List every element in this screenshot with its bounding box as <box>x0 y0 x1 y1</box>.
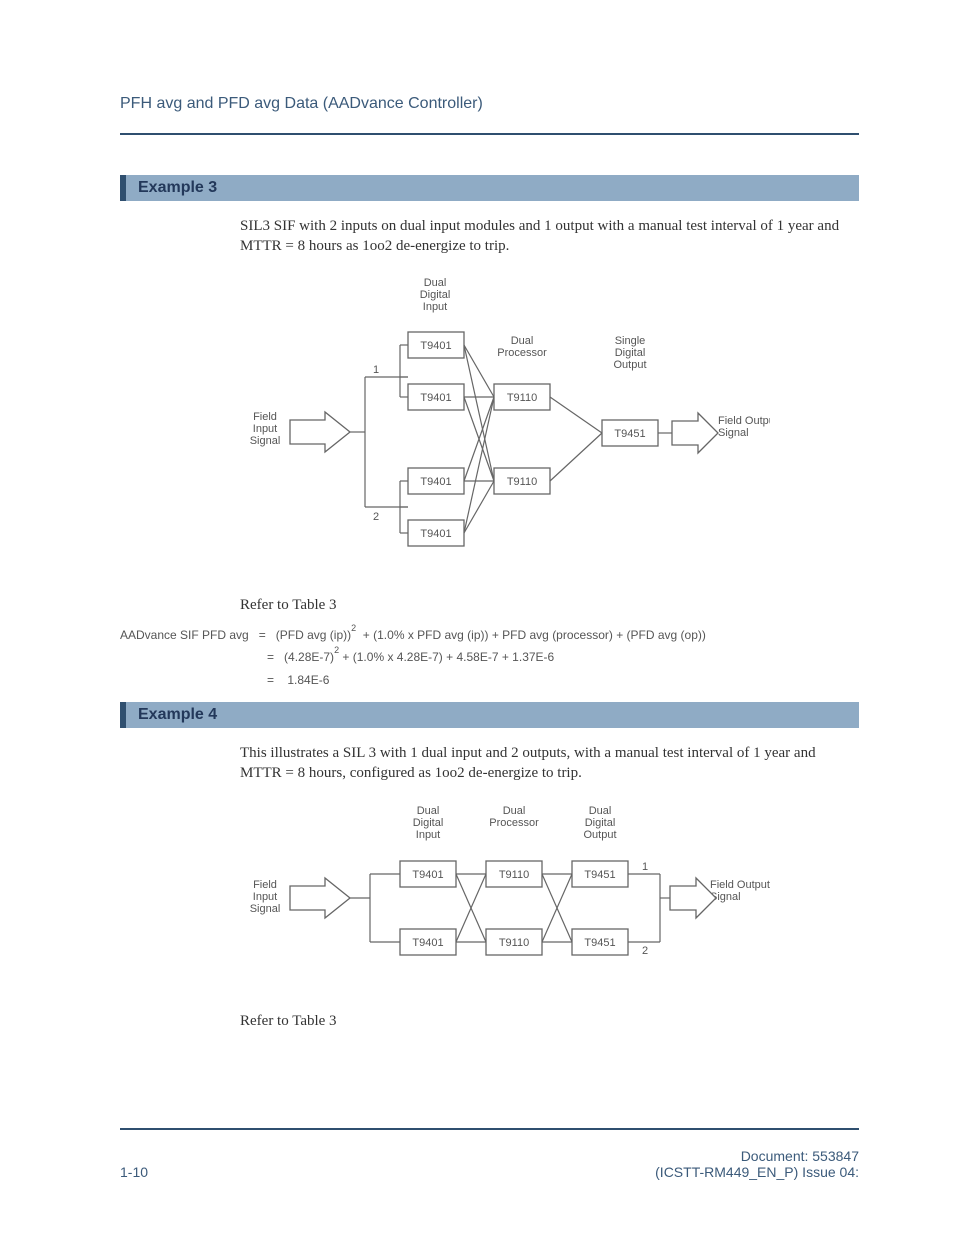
box-t9401-1a: T9401 <box>420 340 451 352</box>
box-t9110-a: T9110 <box>506 392 536 404</box>
lbl-dp-1: Dual <box>510 335 533 347</box>
lbl-ddi-1: Dual <box>423 277 446 289</box>
f-l3: 1.84E-6 <box>287 673 329 687</box>
f-l1a: (PFD avg (ip)) <box>276 628 351 642</box>
svg-text:FieldInputSignal: FieldInputSignal <box>249 879 280 915</box>
f-eq1: = <box>259 628 266 642</box>
f-lhs: AADvance SIF PFD avg <box>120 628 249 642</box>
f-l1b: + (1.0% x PFD avg (ip)) + PFD avg (proce… <box>363 628 706 642</box>
svg-text:DualDigitalOutput: DualDigitalOutput <box>583 805 616 841</box>
example4-refer: Refer to Table 3 <box>240 1013 859 1030</box>
example4-diagram: DualDigitalInput DualProcessor DualDigit… <box>120 798 859 1003</box>
footer-page: 1-10 <box>120 1164 148 1180</box>
lbl-sdo: Single <box>614 335 645 347</box>
f-eq2: = <box>267 650 274 664</box>
footer-doc2: (ICSTT-RM449_EN_P) Issue 04: <box>655 1164 859 1180</box>
example4-body: This illustrates a SIL 3 with 1 dual inp… <box>240 743 849 784</box>
example3-formula: AADvance SIF PFD avg = (PFD avg (ip))2 +… <box>120 624 859 692</box>
lbl-fis-2: Field <box>253 879 277 891</box>
n1-a: 1 <box>373 364 379 376</box>
f-e1: 2 <box>351 623 356 633</box>
f-l2a: (4.28E-7) <box>284 650 334 664</box>
f-l2b: + (1.0% x 4.28E-7) + 4.58E-7 + 1.37E-6 <box>342 650 554 664</box>
box4-t9401-a: T9401 <box>412 869 443 881</box>
f-eq3: = <box>267 673 274 687</box>
svg-text:DualDigitalInput: DualDigitalInput <box>412 805 443 841</box>
svg-text:DualProcessor: DualProcessor <box>489 805 539 829</box>
f-e2: 2 <box>334 645 339 655</box>
box-t9110-b: T9110 <box>506 476 536 488</box>
box-t9401-2a: T9401 <box>420 476 451 488</box>
n2-a: 2 <box>373 511 379 523</box>
n2-b: 2 <box>642 945 648 957</box>
lbl-dp-2: Dual <box>502 805 525 817</box>
example3-diagram: DualDigitalInput DualProcessor SingleDig… <box>120 272 859 587</box>
box-t9451-a: T9451 <box>614 428 645 440</box>
lbl-ddi-2: Dual <box>416 805 439 817</box>
example3-heading: Example 3 <box>120 175 859 201</box>
box4-t9110-a: T9110 <box>498 869 528 881</box>
svg-text:DualProcessor: DualProcessor <box>497 335 547 359</box>
box-t9401-2b: T9401 <box>420 528 451 540</box>
svg-text:SingleDigitalOutput: SingleDigitalOutput <box>613 335 646 371</box>
svg-text:Field OutputSignal: Field OutputSignal <box>710 879 770 903</box>
box-t9401-1b: T9401 <box>420 392 451 404</box>
footer-doc1: Document: 553847 <box>655 1148 859 1164</box>
box4-t9401-b: T9401 <box>412 937 443 949</box>
arrow-left-2 <box>290 878 350 918</box>
header-rule <box>120 133 859 135</box>
svg-text:DualDigitalInput: DualDigitalInput <box>419 277 450 313</box>
box4-t9451-b: T9451 <box>584 937 615 949</box>
svg-text:Field OutputSignal: Field OutputSignal <box>718 415 770 439</box>
example3-refer: Refer to Table 3 <box>240 597 859 614</box>
lbl-fis-1: Field <box>253 411 277 423</box>
arrow-right-1 <box>672 413 718 453</box>
example3-body: SIL3 SIF with 2 inputs on dual input mod… <box>240 216 849 257</box>
box4-t9451-a: T9451 <box>584 869 615 881</box>
lbl-fos-1: Field Output <box>718 415 770 427</box>
lbl-fos-2: Field Output <box>710 879 770 891</box>
svg-text:FieldInputSignal: FieldInputSignal <box>249 411 280 447</box>
header-title: PFH avg and PFD avg Data (AADvance Contr… <box>120 95 859 113</box>
footer-rule <box>120 1128 859 1130</box>
arrow-left-1 <box>290 412 350 452</box>
box4-t9110-b: T9110 <box>498 937 528 949</box>
lbl-ddo: Dual <box>588 805 611 817</box>
example4-heading: Example 4 <box>120 702 859 728</box>
n1-b: 1 <box>642 861 648 873</box>
